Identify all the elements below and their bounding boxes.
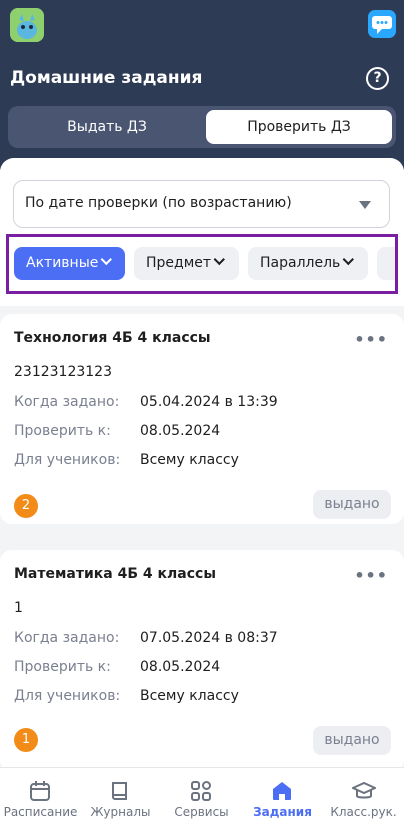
- tab-label: Журналы: [90, 805, 151, 819]
- chevron-down-icon: [213, 253, 225, 266]
- homework-card[interactable]: Технология 4Б 4 классы ••• 23123123123 К…: [0, 314, 404, 524]
- graduation-cap-icon: [352, 781, 376, 799]
- main-content: По дате проверки (по возрастанию) Активн…: [0, 158, 404, 769]
- grid-icon: [191, 781, 211, 801]
- page-title: Домашние задания: [10, 68, 203, 88]
- tab-label: Задания: [253, 805, 312, 819]
- filter-chips: Активные Предмет Параллель: [6, 234, 398, 294]
- filter-chip-active[interactable]: Активные: [14, 247, 125, 280]
- chevron-down-icon: [342, 253, 355, 266]
- students-value: Всему классу: [140, 688, 239, 704]
- calendar-icon: [30, 781, 50, 801]
- mode-switch: Выдать ДЗ Проверить ДЗ: [8, 106, 396, 148]
- card-description: 23123123123: [14, 364, 112, 380]
- status-badge: выдано: [313, 726, 391, 755]
- header: Домашние задания ? Выдать ДЗ Проверить Д…: [0, 0, 404, 160]
- app-logo-icon[interactable]: [10, 8, 44, 42]
- filter-chip-grade[interactable]: Параллель: [248, 247, 368, 280]
- tab-services[interactable]: Сервисы: [161, 768, 242, 829]
- filter-panel: По дате проверки (по возрастанию) Активн…: [0, 158, 404, 306]
- tab-label: Класс.рук.: [330, 805, 397, 819]
- card-description: 1: [14, 600, 23, 616]
- card-title: Технология 4Б 4 классы: [14, 330, 211, 346]
- status-badge: выдано: [313, 490, 391, 519]
- chat-icon[interactable]: [368, 10, 396, 38]
- due-value: 08.05.2024: [140, 423, 221, 439]
- students-value: Всему классу: [140, 452, 239, 468]
- tab-assignments[interactable]: Задания: [242, 768, 323, 829]
- bottom-tab-bar: Расписание Журналы Сервисы Задания Класс…: [0, 767, 404, 829]
- book-icon: [112, 782, 127, 800]
- help-icon[interactable]: ?: [366, 67, 389, 90]
- assigned-label: Когда задано:: [14, 630, 120, 646]
- due-label: Проверить к:: [14, 659, 111, 675]
- sort-value: По дате проверки (по возрастанию): [25, 195, 292, 211]
- card-title: Математика 4Б 4 классы: [14, 566, 216, 582]
- chevron-down-icon: [100, 253, 113, 266]
- more-icon[interactable]: •••: [354, 566, 388, 585]
- assigned-label: Когда задано:: [14, 394, 120, 410]
- tab-issue-homework[interactable]: Выдать ДЗ: [12, 110, 202, 144]
- home-icon: [273, 782, 291, 800]
- filter-chip-subject[interactable]: Предмет: [134, 247, 239, 280]
- students-label: Для учеников:: [14, 688, 121, 704]
- assigned-value: 07.05.2024 в 08:37: [140, 630, 278, 646]
- filter-chip-label: Активные: [26, 255, 99, 271]
- caret-down-icon: [359, 201, 371, 209]
- tab-label: Сервисы: [174, 805, 229, 819]
- count-badge: 1: [14, 728, 38, 752]
- filter-chip-more[interactable]: [377, 247, 395, 280]
- students-label: Для учеников:: [14, 452, 121, 468]
- more-icon[interactable]: •••: [354, 330, 388, 349]
- count-badge: 2: [14, 494, 38, 518]
- due-value: 08.05.2024: [140, 659, 221, 675]
- tab-schedule[interactable]: Расписание: [0, 768, 81, 829]
- assigned-value: 05.04.2024 в 13:39: [140, 394, 278, 410]
- filter-chip-label: Параллель: [260, 255, 341, 271]
- tab-journals[interactable]: Журналы: [80, 768, 161, 829]
- sort-select[interactable]: По дате проверки (по возрастанию): [13, 180, 390, 228]
- filter-chip-label: Предмет: [146, 255, 212, 271]
- tab-label: Расписание: [3, 805, 78, 819]
- tab-check-homework[interactable]: Проверить ДЗ: [206, 110, 392, 144]
- homework-card[interactable]: Математика 4Б 4 классы ••• 1 Когда задан…: [0, 550, 404, 769]
- due-label: Проверить к:: [14, 423, 111, 439]
- tab-class-teacher[interactable]: Класс.рук.: [323, 768, 404, 829]
